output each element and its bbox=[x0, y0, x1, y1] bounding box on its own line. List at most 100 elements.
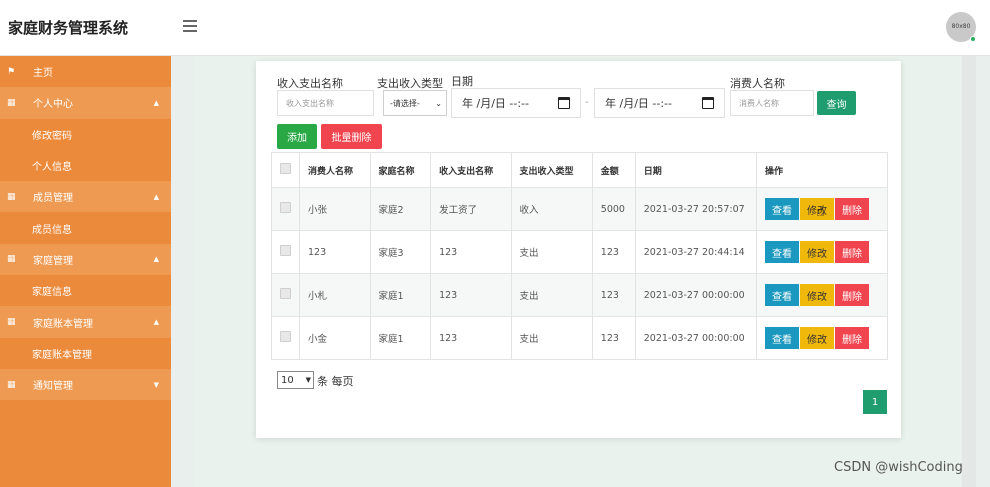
sidebar-item-member-management[interactable]: ▦ 成员管理 ▲ bbox=[0, 181, 171, 213]
menu-toggle-icon[interactable] bbox=[183, 20, 197, 32]
add-button[interactable]: 添加 bbox=[277, 124, 317, 149]
scrollbar[interactable] bbox=[962, 56, 976, 487]
sidebar-item-label: 个人中心 bbox=[33, 99, 73, 111]
type-cell: 支出 bbox=[510, 273, 593, 317]
page-size-value: 10 bbox=[281, 374, 294, 386]
amount-cell: 123 bbox=[591, 316, 636, 360]
grid-icon: ▦ bbox=[7, 97, 16, 108]
search-button[interactable]: 查询 bbox=[817, 91, 856, 115]
type-filter-select[interactable]: -请选择- ⌄ bbox=[383, 90, 447, 116]
sidebar-item-label: 主页 bbox=[33, 68, 53, 80]
delete-button[interactable]: 删除 bbox=[834, 284, 869, 306]
sidebar-item-member-info[interactable]: 成员信息 bbox=[0, 212, 171, 243]
column-header: 日期 bbox=[634, 152, 757, 188]
view-button[interactable]: 查看 bbox=[764, 198, 799, 220]
view-button[interactable]: 查看 bbox=[764, 241, 799, 263]
select-all-checkbox[interactable] bbox=[280, 163, 291, 174]
consumer-filter-input[interactable]: 消费人名称 bbox=[730, 90, 814, 116]
edit-button[interactable]: 修改 bbox=[799, 241, 834, 263]
amount-cell: 5000 bbox=[591, 187, 636, 231]
actions-cell: 查看 修改 删除 bbox=[755, 316, 889, 360]
name-filter-label: 收入支出名称 bbox=[277, 77, 343, 90]
delete-button[interactable]: 删除 bbox=[834, 327, 869, 349]
column-header: 操作 bbox=[755, 152, 889, 188]
sidebar-item-notice-management[interactable]: ▦ 通知管理 ▼ bbox=[0, 368, 171, 401]
date-cell: 2021-03-27 00:00:00 bbox=[634, 316, 757, 360]
page-size-select[interactable]: 10 ▼ bbox=[277, 371, 314, 389]
online-status-dot bbox=[970, 36, 976, 42]
row-checkbox[interactable] bbox=[280, 288, 291, 299]
row-checkbox[interactable] bbox=[280, 202, 291, 213]
view-button[interactable]: 查看 bbox=[764, 327, 799, 349]
sidebar-item-ledger[interactable]: 家庭账本管理 bbox=[0, 338, 171, 369]
caret-up-icon: ▲ bbox=[153, 98, 159, 107]
family-cell: 家庭1 bbox=[369, 316, 432, 360]
sidebar-item-personal-info[interactable]: 个人信息 bbox=[0, 150, 171, 181]
records-table: 消费人名称 家庭名称 收入支出名称 支出收入类型 金额 日期 操作 小张 家庭2… bbox=[271, 152, 889, 360]
date-cell: 2021-03-27 20:44:14 bbox=[634, 230, 757, 274]
consumer-cell: 123 bbox=[299, 230, 371, 274]
sidebar-item-label: 家庭管理 bbox=[33, 255, 73, 267]
select-all-cell bbox=[271, 152, 300, 188]
top-bar: 家庭财务管理系统 80x80 bbox=[0, 0, 990, 56]
row-checkbox[interactable] bbox=[280, 245, 291, 256]
date-separator: - bbox=[585, 97, 589, 108]
calendar-icon[interactable] bbox=[558, 97, 570, 109]
caret-up-icon: ▲ bbox=[153, 318, 159, 327]
family-cell: 家庭1 bbox=[369, 273, 432, 317]
amount-cell: 123 bbox=[591, 273, 636, 317]
sidebar-item-family-info[interactable]: 家庭信息 bbox=[0, 275, 171, 306]
consumer-filter-label: 消费人名称 bbox=[730, 77, 785, 90]
name-cell: 发工资了 bbox=[430, 187, 512, 231]
date-start-input[interactable]: 年 /月/日 --:-- bbox=[451, 88, 581, 118]
date-filter-label: 日期 bbox=[451, 75, 473, 88]
caret-down-icon: ▼ bbox=[153, 380, 159, 389]
grid-icon: ▦ bbox=[7, 254, 16, 265]
delete-button[interactable]: 删除 bbox=[834, 241, 869, 263]
date-cell: 2021-03-27 00:00:00 bbox=[634, 273, 757, 317]
type-filter-value: -请选择- bbox=[390, 98, 420, 108]
type-cell: 支出 bbox=[510, 316, 593, 360]
sidebar-item-family-management[interactable]: ▦ 家庭管理 ▲ bbox=[0, 243, 171, 276]
sidebar-item-label: 修改密码 bbox=[32, 130, 72, 142]
date-end-value: 年 /月/日 --:-- bbox=[605, 97, 672, 110]
chevron-down-icon: ⌄ bbox=[435, 98, 442, 108]
actions-cell: 查看 修改 删除 bbox=[755, 230, 889, 274]
view-button[interactable]: 查看 bbox=[764, 284, 799, 306]
calendar-icon[interactable] bbox=[702, 97, 714, 109]
sidebar: ⚑ 主页 ▦ 个人中心 ▲ 修改密码 个人信息 ▦ 成员管理 ▲ 成员信息 ▦ … bbox=[0, 56, 171, 487]
family-cell: 家庭2 bbox=[369, 187, 432, 231]
sidebar-item-change-password[interactable]: 修改密码 bbox=[0, 119, 171, 150]
page-1-button[interactable]: 1 bbox=[863, 390, 887, 414]
sidebar-item-home[interactable]: ⚑ 主页 bbox=[0, 56, 171, 88]
batch-delete-button[interactable]: 批量删除 bbox=[321, 124, 382, 149]
page-size-label: 条 每页 bbox=[317, 375, 354, 388]
date-start-value: 年 /月/日 --:-- bbox=[462, 97, 529, 110]
edit-button[interactable]: 修改 bbox=[799, 327, 834, 349]
date-end-input[interactable]: 年 /月/日 --:-- bbox=[594, 88, 725, 118]
sidebar-item-label: 个人信息 bbox=[32, 162, 72, 174]
type-cell: 支出 bbox=[510, 230, 593, 274]
column-header: 收入支出名称 bbox=[430, 152, 512, 188]
delete-button[interactable]: 删除 bbox=[834, 198, 869, 220]
type-filter-label: 支出收入类型 bbox=[377, 77, 443, 90]
table-row: 小金 家庭1 123 支出 123 2021-03-27 00:00:00 查看… bbox=[271, 316, 889, 360]
caret-up-icon: ▲ bbox=[153, 192, 159, 201]
sidebar-item-ledger-management[interactable]: ▦ 家庭账本管理 ▲ bbox=[0, 306, 171, 338]
sidebar-item-personal-center[interactable]: ▦ 个人中心 ▲ bbox=[0, 87, 171, 119]
family-cell: 家庭3 bbox=[369, 230, 432, 274]
edit-button[interactable]: 修改 bbox=[799, 284, 834, 306]
type-cell: 收入 bbox=[510, 187, 593, 231]
table-row: 小张 家庭2 发工资了 收入 5000 2021-03-27 20:57:07 … bbox=[271, 187, 889, 231]
row-checkbox[interactable] bbox=[280, 331, 291, 342]
watermark: CSDN @wishCoding bbox=[834, 460, 963, 475]
name-filter-input[interactable]: 收入支出名称 bbox=[277, 90, 374, 116]
app-title: 家庭财务管理系统 bbox=[8, 19, 129, 37]
table-header-row: 消费人名称 家庭名称 收入支出名称 支出收入类型 金额 日期 操作 bbox=[271, 152, 889, 188]
name-cell: 123 bbox=[430, 316, 512, 360]
sidebar-item-label: 成员信息 bbox=[32, 224, 72, 236]
sidebar-item-label: 家庭账本管理 bbox=[32, 349, 92, 361]
sidebar-item-label: 家庭账本管理 bbox=[33, 318, 93, 330]
column-header: 消费人名称 bbox=[299, 152, 371, 188]
table-row: 小札 家庭1 123 支出 123 2021-03-27 00:00:00 查看… bbox=[271, 273, 889, 317]
